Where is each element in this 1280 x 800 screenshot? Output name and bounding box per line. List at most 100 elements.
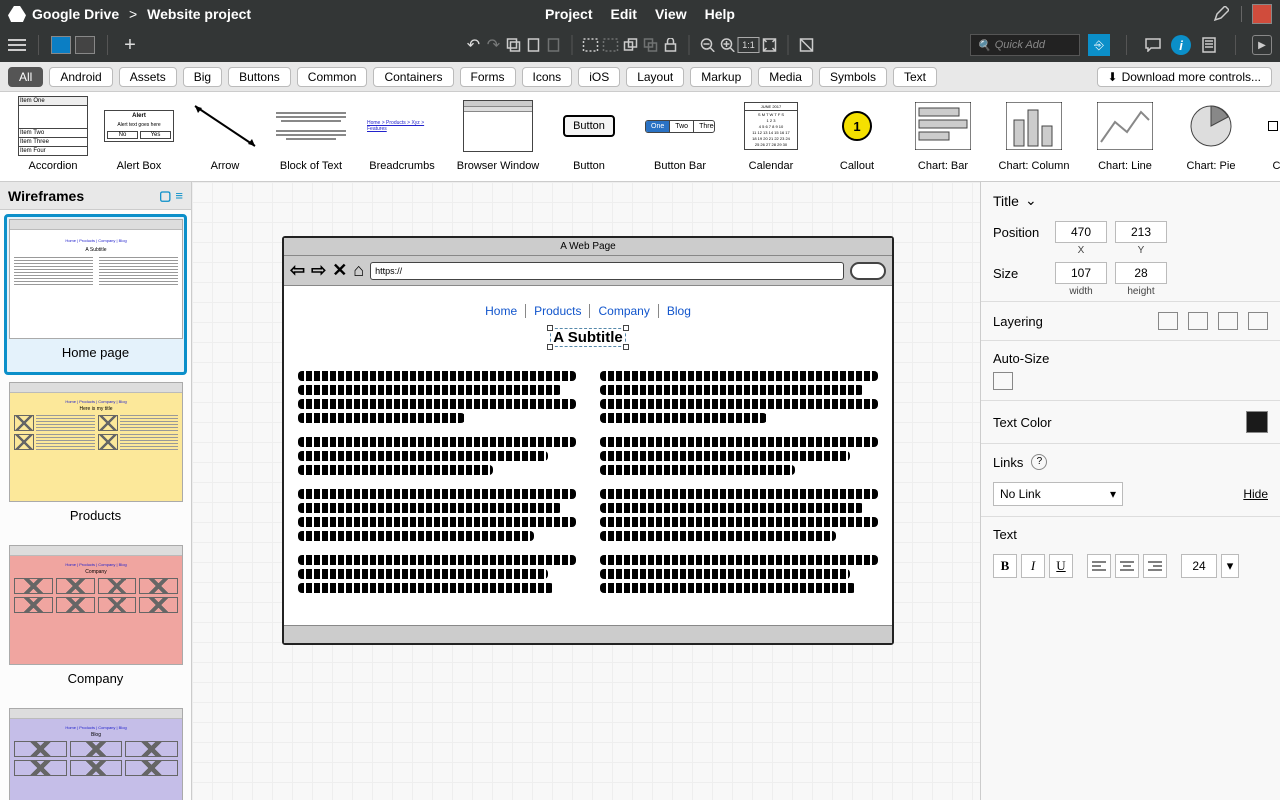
- user-avatar[interactable]: [1252, 4, 1272, 24]
- bring-front-icon[interactable]: [1188, 312, 1208, 330]
- cat-buttons[interactable]: Buttons: [228, 67, 291, 87]
- fullscreen-present-icon[interactable]: ▶: [1252, 35, 1272, 55]
- wireframe-thumb-products[interactable]: Home | Products | Company | BlogHere is …: [4, 377, 187, 538]
- panel-title-row[interactable]: Title ⌄: [981, 186, 1280, 215]
- gallery-accordion[interactable]: Item One Item Two Item Three Item Four A…: [10, 96, 96, 181]
- gallery-calendar[interactable]: JUNE 2017S M T W T F S1 2 34 5 6 7 8 9 1…: [728, 96, 814, 181]
- add-button[interactable]: +: [120, 35, 140, 55]
- cat-assets[interactable]: Assets: [119, 67, 177, 87]
- group-icon[interactable]: [581, 35, 601, 55]
- zoom-in-icon[interactable]: [718, 35, 738, 55]
- canvas[interactable]: A Web Page ⇦ ⇨ ✕ ⌂ https:// HomeProducts…: [192, 182, 980, 800]
- copy-icon[interactable]: [504, 35, 524, 55]
- cat-containers[interactable]: Containers: [373, 67, 453, 87]
- resize-handle[interactable]: [547, 325, 553, 331]
- redo-icon[interactable]: ↷: [484, 35, 504, 55]
- wireframe-thumb-blog[interactable]: Home | Products | Company | BlogBlog Blo…: [4, 703, 187, 800]
- width-input[interactable]: [1055, 262, 1107, 284]
- font-size-input[interactable]: [1181, 554, 1217, 578]
- control-gallery[interactable]: Item One Item Two Item Three Item Four A…: [0, 92, 1280, 182]
- gallery-callout[interactable]: 1 Callout: [814, 96, 900, 181]
- send-back-icon[interactable]: [1248, 312, 1268, 330]
- font-size-stepper[interactable]: ▾: [1221, 554, 1239, 578]
- bold-button[interactable]: B: [993, 554, 1017, 578]
- ungroup-icon[interactable]: [601, 35, 621, 55]
- italic-button[interactable]: I: [1021, 554, 1045, 578]
- cat-big[interactable]: Big: [183, 67, 222, 87]
- comment-icon[interactable]: [1143, 35, 1163, 55]
- sidebar-view-list-icon[interactable]: ≡: [175, 188, 183, 204]
- hamburger-icon[interactable]: [8, 39, 26, 51]
- cat-icons[interactable]: Icons: [522, 67, 573, 87]
- menu-project[interactable]: Project: [545, 6, 592, 22]
- wireframe-thumb-company[interactable]: Home | Products | Company | BlogCompany …: [4, 540, 187, 701]
- notes-icon[interactable]: [1199, 35, 1219, 55]
- sidebar-view-thumb-icon[interactable]: ▢: [159, 188, 171, 204]
- zoom-fit-icon[interactable]: [760, 35, 780, 55]
- cut-icon[interactable]: [544, 35, 564, 55]
- resize-handle[interactable]: [623, 325, 629, 331]
- menu-help[interactable]: Help: [705, 6, 735, 22]
- breadcrumb[interactable]: Google Drive > Website project: [32, 6, 251, 22]
- cat-ios[interactable]: iOS: [578, 67, 620, 87]
- cat-markup[interactable]: Markup: [690, 67, 752, 87]
- view-grid-button[interactable]: [75, 36, 95, 54]
- bring-forward-icon[interactable]: [1158, 312, 1178, 330]
- cat-android[interactable]: Android: [49, 67, 112, 87]
- chevron-down-icon[interactable]: ⌄: [1025, 192, 1037, 209]
- autosize-icon[interactable]: [993, 372, 1013, 390]
- view-panels-button[interactable]: [51, 36, 71, 54]
- lock-icon[interactable]: [661, 35, 681, 55]
- zoom-out-icon[interactable]: [698, 35, 718, 55]
- send-back-icon[interactable]: [641, 35, 661, 55]
- cat-text[interactable]: Text: [893, 67, 937, 87]
- gallery-chart-pie[interactable]: Chart: Pie: [1168, 96, 1254, 181]
- gallery-button[interactable]: Button Button: [546, 96, 632, 181]
- breadcrumb-project[interactable]: Website project: [147, 6, 251, 22]
- position-y-input[interactable]: [1115, 221, 1167, 243]
- cat-forms[interactable]: Forms: [460, 67, 516, 87]
- zoom-actual-icon[interactable]: 1:1: [738, 37, 760, 53]
- cat-media[interactable]: Media: [758, 67, 813, 87]
- gallery-chart-column[interactable]: Chart: Column: [986, 96, 1082, 181]
- hide-link[interactable]: Hide: [1243, 487, 1268, 501]
- markup-toggle-icon[interactable]: [797, 35, 817, 55]
- sidebar-list[interactable]: Home | Products | Company | BlogA Subtit…: [0, 210, 191, 800]
- browser-mockup[interactable]: A Web Page ⇦ ⇨ ✕ ⌂ https:// HomeProducts…: [282, 236, 894, 645]
- underline-button[interactable]: U: [1049, 554, 1073, 578]
- send-backward-icon[interactable]: [1218, 312, 1238, 330]
- gallery-browser[interactable]: Browser Window: [450, 96, 546, 181]
- selected-subtitle-element[interactable]: A Subtitle: [550, 328, 625, 347]
- cat-symbols[interactable]: Symbols: [819, 67, 887, 87]
- info-icon[interactable]: i: [1171, 35, 1191, 55]
- gallery-breadcrumbs[interactable]: Home > Products > Xyz > Features Breadcr…: [354, 96, 450, 181]
- align-center-button[interactable]: [1115, 554, 1139, 578]
- resize-handle[interactable]: [547, 344, 553, 350]
- gallery-button-bar[interactable]: OneTwoThree Button Bar: [632, 96, 728, 181]
- download-more-button[interactable]: ⬇ Download more controls...: [1097, 67, 1272, 87]
- cat-layout[interactable]: Layout: [626, 67, 684, 87]
- position-x-input[interactable]: [1055, 221, 1107, 243]
- bring-front-icon[interactable]: [621, 35, 641, 55]
- gallery-alert[interactable]: AlertAlert text goes hereNoYes Alert Box: [96, 96, 182, 181]
- resize-handle[interactable]: [623, 344, 629, 350]
- gallery-arrow[interactable]: Arrow: [182, 96, 268, 181]
- quick-add-button[interactable]: ⎆: [1088, 34, 1110, 56]
- undo-icon[interactable]: ↶: [464, 35, 484, 55]
- breadcrumb-root[interactable]: Google Drive: [32, 6, 119, 22]
- menu-view[interactable]: View: [655, 6, 687, 22]
- quick-add-input[interactable]: 🔍 Quick Add: [970, 34, 1080, 56]
- align-left-button[interactable]: [1087, 554, 1111, 578]
- color-swatch[interactable]: [1246, 411, 1268, 433]
- gallery-chart-line[interactable]: Chart: Line: [1082, 96, 1168, 181]
- cat-common[interactable]: Common: [297, 67, 368, 87]
- height-input[interactable]: [1115, 262, 1167, 284]
- help-icon[interactable]: ?: [1031, 454, 1047, 470]
- gallery-block-text[interactable]: Block of Text: [268, 96, 354, 181]
- menu-edit[interactable]: Edit: [611, 6, 637, 22]
- gallery-checkbox[interactable]: Checkbox Checkbox: [1254, 96, 1280, 181]
- pencil-icon[interactable]: [1211, 4, 1231, 24]
- link-select[interactable]: No Link ▾: [993, 482, 1123, 506]
- paste-icon[interactable]: [524, 35, 544, 55]
- gallery-chart-bar[interactable]: Chart: Bar: [900, 96, 986, 181]
